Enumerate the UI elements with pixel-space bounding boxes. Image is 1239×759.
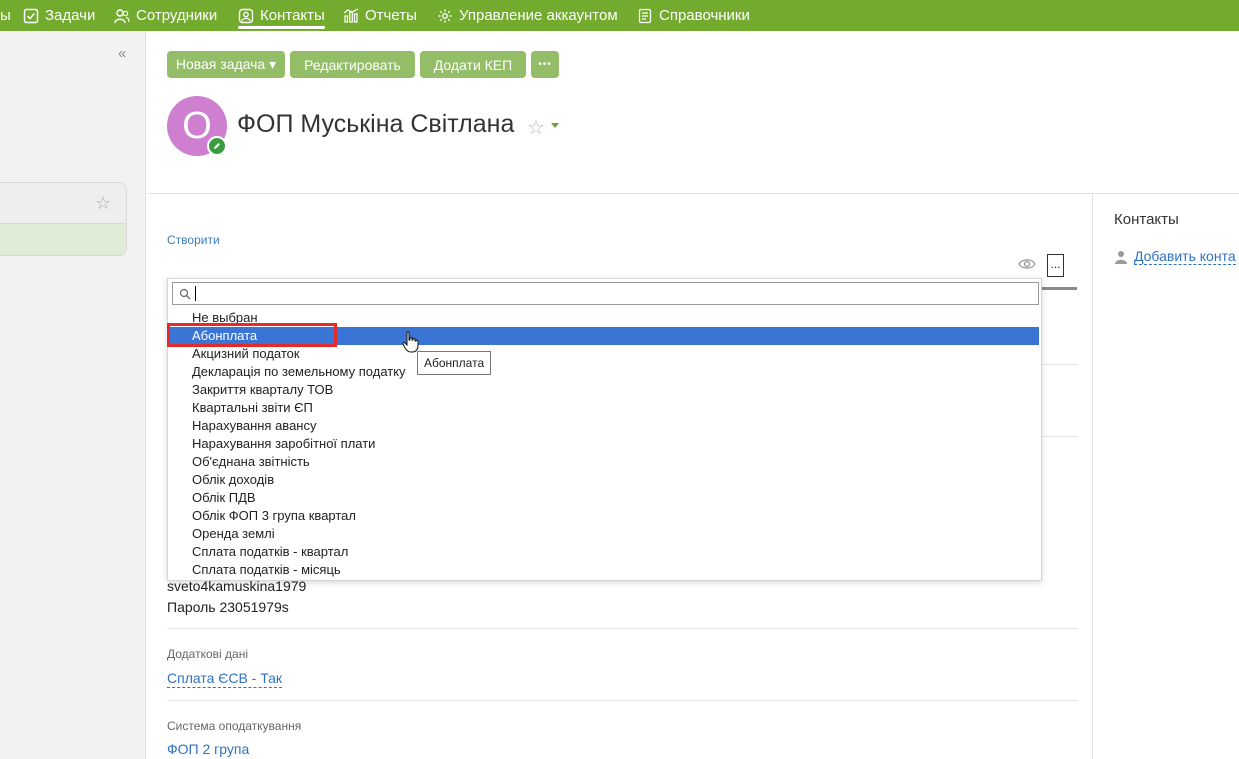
annotation-highlight-box [167,323,337,347]
dropdown-option[interactable]: Закриття кварталу ТОВ [168,381,1039,399]
sidebar-card-strip [0,223,126,255]
checkbox-icon [23,8,39,23]
person-icon [1115,250,1127,264]
search-icon [179,288,191,300]
nav-item-reports[interactable]: Отчеты [343,0,417,31]
bar-chart-icon [343,7,359,23]
add-contact-link[interactable]: Добавить конта [1114,248,1236,265]
sidebar-card[interactable]: ☆ [0,182,127,256]
dropdown-option[interactable]: Акцизний податок [168,345,1039,363]
text-caret [195,286,196,301]
nav-item-contacts[interactable]: Контакты [238,0,325,31]
dropdown-option[interactable]: Оренда землі [168,525,1039,543]
star-icon[interactable]: ☆ [95,193,111,214]
field-divider [167,628,1078,629]
avatar-edit-button[interactable] [207,136,227,156]
contacts-heading: Контакты [1114,211,1179,228]
contact-card-icon [238,8,254,23]
dropdown-option[interactable]: Нарахування заробітної плати [168,435,1039,453]
tab-indicator [1042,287,1077,290]
pencil-icon [214,143,220,149]
hand-cursor-icon [402,331,419,353]
dropdown-option[interactable]: Сплата податків - місяць [168,561,1039,579]
edit-button[interactable]: Редактировать [290,51,415,78]
favorite-star-icon[interactable]: ☆ [527,115,545,140]
field-divider [167,700,1078,701]
left-sidebar: « ☆ [0,31,146,759]
header-divider [147,193,1239,194]
more-actions-button[interactable]: ••• [531,51,559,78]
collapse-sidebar-icon[interactable]: « [118,45,126,62]
dropdown-search-input[interactable] [172,282,1039,305]
extra-data-label: Додаткові дані [167,647,248,661]
add-contact-label: Добавить конта [1134,248,1236,265]
extra-data-value[interactable]: Сплата ЄСВ - Так [167,670,283,688]
book-icon [638,8,652,23]
dropdown-option[interactable]: Облік доходів [168,471,1039,489]
password-text: Пароль 23051979s [167,599,289,615]
right-panel-divider [1092,194,1093,759]
top-navigation: ы Задачи Сотрудники Контакты Отчеты Упра… [0,0,1239,31]
chevron-down-icon[interactable] [551,123,559,128]
tax-system-label: Система оподаткування [167,719,302,733]
nav-item-directories[interactable]: Справочники [637,0,750,31]
add-kep-button[interactable]: Додати КЕП [420,51,526,78]
field-divider [1043,436,1078,437]
dropdown-option[interactable]: Облік ПДВ [168,489,1039,507]
nav-item-employees[interactable]: Сотрудники [114,0,217,31]
gear-icon [438,9,452,22]
page-title: ФОП Муськіна Світлана [237,110,515,138]
dropdown-option[interactable]: Декларація по земельному податку [168,363,1039,381]
dropdown-option[interactable]: Сплата податків - квартал [168,543,1039,561]
nav-item-truncated[interactable]: ы [0,0,11,31]
nav-item-tasks[interactable]: Задачи [23,0,95,31]
option-tooltip: Абонплата [417,351,492,375]
create-link[interactable]: Створити [167,233,220,247]
more-options-button[interactable]: ... [1047,254,1064,277]
nav-item-account-management[interactable]: Управление аккаунтом [437,0,618,31]
eye-icon[interactable] [1018,257,1036,271]
new-task-button[interactable]: Новая задача ▾ [167,51,285,78]
users-icon [114,8,130,23]
dropdown-option[interactable]: Нарахування авансу [168,417,1039,435]
field-divider [1043,364,1078,365]
dropdown-option[interactable]: Квартальні звіти ЄП [168,399,1039,417]
dropdown-option[interactable]: Облік ФОП 3 група квартал [168,507,1039,525]
dropdown-option[interactable]: Об'єднана звітність [168,453,1039,471]
tax-system-value[interactable]: ФОП 2 група [167,741,249,757]
